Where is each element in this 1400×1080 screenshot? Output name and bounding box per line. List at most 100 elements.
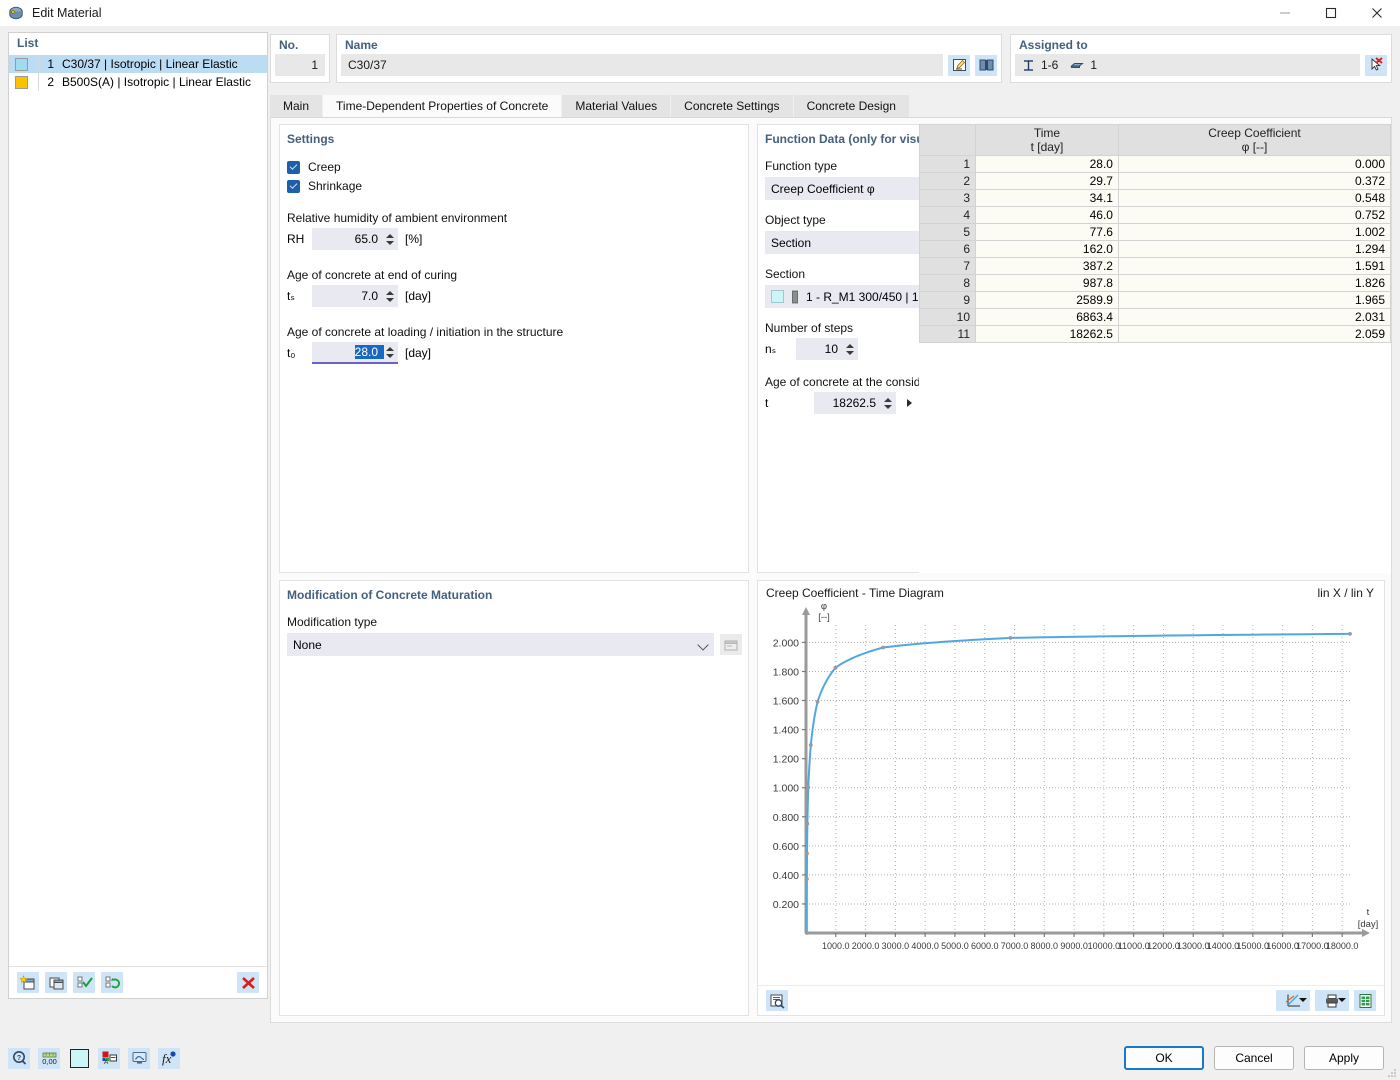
- maximize-button[interactable]: [1308, 0, 1354, 26]
- section-color-swatch: [771, 290, 784, 303]
- shrinkage-checkbox[interactable]: [287, 180, 300, 193]
- formula-button[interactable]: fx: [158, 1048, 180, 1069]
- moment-next-icon[interactable]: [907, 399, 912, 407]
- minimize-button[interactable]: [1262, 0, 1308, 26]
- ts-stepper[interactable]: [384, 288, 395, 304]
- row-phi[interactable]: 0.548: [1118, 190, 1390, 207]
- display-properties-button[interactable]: A: [98, 1048, 120, 1069]
- assigned-surfaces: 1: [1090, 58, 1097, 72]
- surface-icon: [1070, 59, 1084, 72]
- row-phi[interactable]: 0.000: [1118, 156, 1390, 173]
- row-time[interactable]: 162.0: [976, 241, 1119, 258]
- assigned-field[interactable]: 1-6 1: [1015, 54, 1360, 76]
- shrinkage-checkbox-row[interactable]: Shrinkage: [287, 179, 748, 193]
- row-phi[interactable]: 2.059: [1118, 326, 1390, 343]
- tab-main[interactable]: Main: [270, 95, 323, 117]
- svg-text:2000.0: 2000.0: [852, 941, 880, 951]
- row-time[interactable]: 28.0: [976, 156, 1119, 173]
- view-button[interactable]: [128, 1048, 150, 1069]
- table-row[interactable]: 7387.21.591: [920, 258, 1391, 275]
- refresh-materials-button[interactable]: [101, 972, 123, 993]
- table-row[interactable]: 6162.01.294: [920, 241, 1391, 258]
- ok-button[interactable]: OK: [1124, 1046, 1204, 1070]
- list-item[interactable]: 1 C30/37 | Isotropic | Linear Elastic: [9, 55, 267, 73]
- tab-material-values[interactable]: Material Values: [562, 95, 671, 117]
- row-phi[interactable]: 1.591: [1118, 258, 1390, 275]
- check-materials-button[interactable]: [73, 972, 95, 993]
- tab-concrete-design[interactable]: Concrete Design: [794, 95, 910, 117]
- tab-time-dependent-properties-of-concrete[interactable]: Time-Dependent Properties of Concrete: [323, 95, 562, 117]
- row-time[interactable]: 2589.9: [976, 292, 1119, 309]
- name-input[interactable]: C30/37: [341, 54, 943, 76]
- apply-button[interactable]: Apply: [1304, 1046, 1384, 1070]
- diagram-canvas[interactable]: 0.2000.4000.6000.8001.0001.2001.4001.600…: [758, 603, 1386, 986]
- cancel-button[interactable]: Cancel: [1214, 1046, 1294, 1070]
- table-row[interactable]: 106863.42.031: [920, 309, 1391, 326]
- svg-text:0.400: 0.400: [773, 870, 799, 882]
- row-phi[interactable]: 2.031: [1118, 309, 1390, 326]
- diagram-settings-button[interactable]: [1276, 990, 1310, 1011]
- creep-checkbox-row[interactable]: Creep: [287, 160, 748, 174]
- modification-type-select[interactable]: None: [287, 633, 714, 656]
- export-table-button[interactable]: [1354, 990, 1376, 1011]
- steps-input[interactable]: 10: [796, 338, 858, 360]
- table-row[interactable]: 92589.91.965: [920, 292, 1391, 309]
- row-time[interactable]: 18262.5: [976, 326, 1119, 343]
- new-material-button[interactable]: [17, 972, 39, 993]
- row-time[interactable]: 387.2: [976, 258, 1119, 275]
- table-row[interactable]: 8987.81.826: [920, 275, 1391, 292]
- table-row[interactable]: 1118262.52.059: [920, 326, 1391, 343]
- help-button[interactable]: ?: [8, 1048, 30, 1069]
- row-time[interactable]: 987.8: [976, 275, 1119, 292]
- list-item[interactable]: 2 B500S(A) | Isotropic | Linear Elastic: [9, 73, 267, 91]
- rh-value: 65.0: [355, 232, 384, 246]
- diagram-details-button[interactable]: [766, 990, 788, 1011]
- row-phi[interactable]: 0.752: [1118, 207, 1390, 224]
- ts-input[interactable]: 7.0: [312, 285, 398, 307]
- modification-type-label: Modification type: [287, 615, 748, 629]
- moment-stepper[interactable]: [882, 395, 893, 411]
- svg-text:13000.0: 13000.0: [1177, 941, 1210, 951]
- row-phi[interactable]: 1.294: [1118, 241, 1390, 258]
- row-time[interactable]: 46.0: [976, 207, 1119, 224]
- moment-input[interactable]: 18262.5: [814, 392, 896, 414]
- print-diagram-button[interactable]: [1315, 990, 1349, 1011]
- row-time[interactable]: 77.6: [976, 224, 1119, 241]
- row-time[interactable]: 34.1: [976, 190, 1119, 207]
- row-phi[interactable]: 1.002: [1118, 224, 1390, 241]
- steps-stepper[interactable]: [844, 341, 855, 357]
- table-row[interactable]: 334.10.548: [920, 190, 1391, 207]
- number-field[interactable]: 1: [275, 54, 325, 76]
- table-row[interactable]: 128.00.000: [920, 156, 1391, 173]
- delete-material-button[interactable]: [237, 972, 259, 993]
- deselect-assignment-button[interactable]: [1365, 55, 1387, 76]
- rh-input[interactable]: 65.0: [312, 228, 398, 250]
- copy-material-button[interactable]: [45, 972, 67, 993]
- units-button[interactable]: 0,00: [38, 1048, 60, 1069]
- edit-modification-button[interactable]: [720, 634, 742, 655]
- row-phi[interactable]: 1.826: [1118, 275, 1390, 292]
- rh-stepper[interactable]: [384, 231, 395, 247]
- t0-stepper[interactable]: [384, 344, 395, 360]
- creep-checkbox[interactable]: [287, 161, 300, 174]
- table-row[interactable]: 577.61.002: [920, 224, 1391, 241]
- function-data-table[interactable]: Time t [day] Creep Coefficient φ [--] 12…: [919, 124, 1391, 573]
- close-button[interactable]: [1354, 0, 1400, 26]
- color-button[interactable]: [68, 1048, 90, 1069]
- table-row[interactable]: 446.00.752: [920, 207, 1391, 224]
- row-phi[interactable]: 1.965: [1118, 292, 1390, 309]
- material-library-button[interactable]: [975, 55, 997, 76]
- row-phi[interactable]: 0.372: [1118, 173, 1390, 190]
- resize-grip[interactable]: [1387, 1067, 1397, 1077]
- svg-text:φ: φ: [821, 603, 827, 612]
- table-row[interactable]: 229.70.372: [920, 173, 1391, 190]
- svg-text:2.000: 2.000: [773, 637, 799, 649]
- tab-concrete-settings[interactable]: Concrete Settings: [671, 95, 793, 117]
- svg-text:?: ?: [16, 1055, 20, 1062]
- row-time[interactable]: 29.7: [976, 173, 1119, 190]
- row-time[interactable]: 6863.4: [976, 309, 1119, 326]
- edit-name-button[interactable]: [948, 55, 970, 76]
- t0-input[interactable]: 28.0: [312, 342, 398, 364]
- diagram-panel: Creep Coefficient - Time Diagram lin X /…: [757, 580, 1385, 1016]
- modification-title: Modification of Concrete Maturation: [287, 588, 748, 602]
